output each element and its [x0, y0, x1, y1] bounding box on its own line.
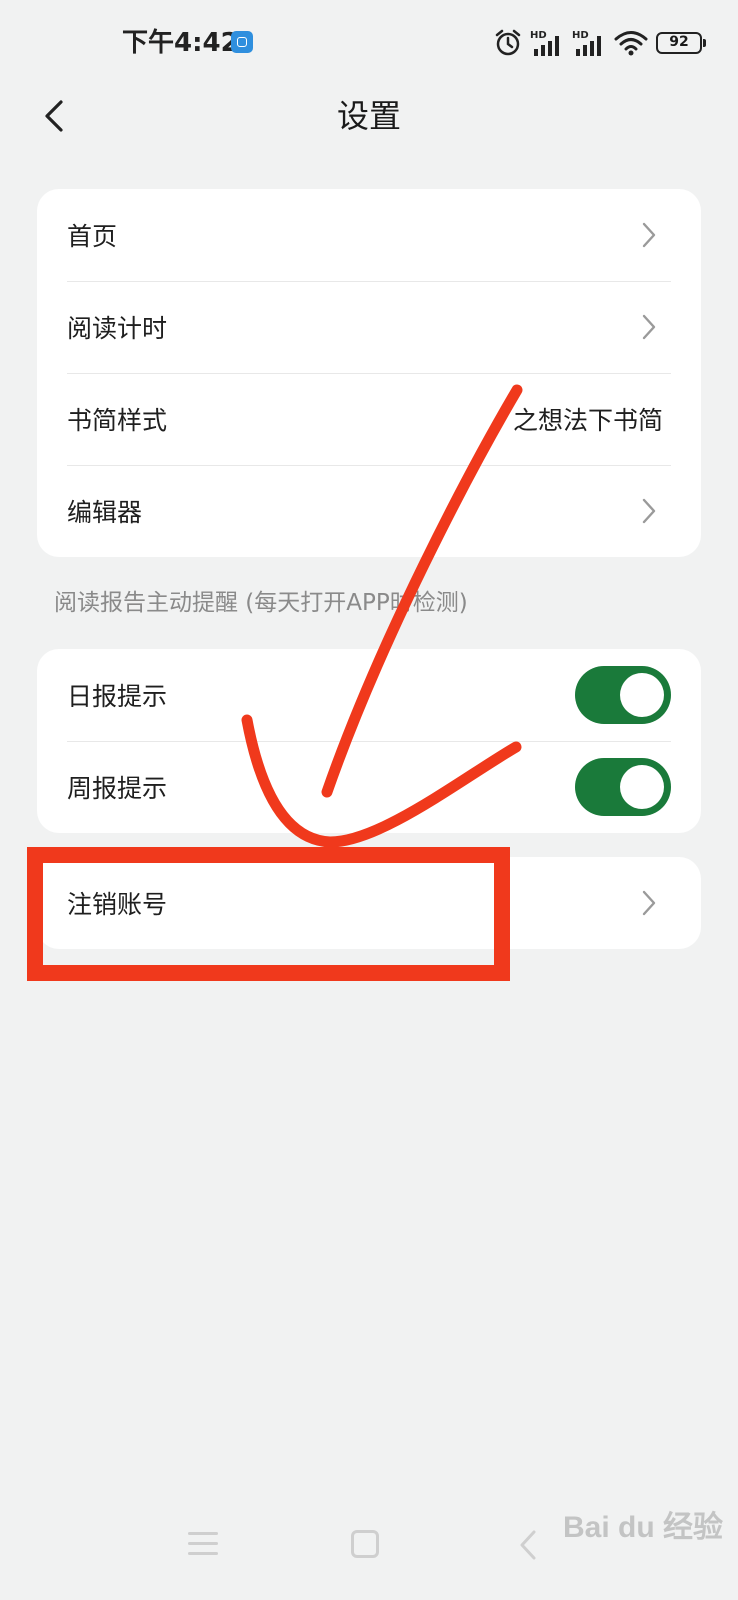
settings-row-homepage[interactable]: 首页: [37, 189, 701, 281]
note-style-value: 之想法下书简: [512, 406, 663, 435]
hd-label: HD: [572, 30, 589, 41]
chevron-right-icon: [637, 215, 661, 255]
row-label: 阅读计时: [67, 314, 168, 343]
row-label: 编辑器: [67, 498, 143, 527]
header: 设置: [0, 84, 738, 188]
home-icon[interactable]: [351, 1530, 379, 1558]
back-nav-icon[interactable]: [516, 1528, 540, 1562]
menu-icon[interactable]: [188, 1532, 218, 1558]
settings-row-note-style[interactable]: 书简样式 之想法下书简: [37, 373, 701, 465]
daily-report-toggle[interactable]: [575, 666, 671, 724]
settings-row-reading-timer[interactable]: 阅读计时: [37, 281, 701, 373]
row-label: 注销账号: [67, 890, 168, 919]
row-label: 周报提示: [67, 774, 168, 803]
general-settings-card: 首页 阅读计时 书简样式 之想法下书简 编辑器: [37, 189, 701, 557]
alarm-icon: [495, 29, 521, 56]
chevron-right-icon: [637, 307, 661, 347]
status-time: 下午4:42: [122, 28, 239, 58]
row-label: 日报提示: [67, 682, 168, 711]
page-title: 设置: [336, 97, 401, 135]
status-icons: HD HD 92: [494, 26, 706, 60]
settings-row-daily-report: 日报提示: [37, 649, 701, 741]
status-bar: 下午4:42 HD HD 92: [0, 0, 738, 84]
weekly-report-toggle[interactable]: [575, 758, 671, 816]
chevron-right-icon: [637, 883, 661, 923]
settings-row-cancel-account[interactable]: 注销账号: [37, 857, 701, 949]
account-card: 注销账号: [37, 857, 701, 949]
toggle-knob: [620, 673, 664, 717]
row-label: 首页: [67, 222, 118, 251]
report-section-title: 阅读报告主动提醒 (每天打开APP时检测): [54, 590, 468, 616]
row-label: 书简样式: [67, 406, 168, 435]
battery-level: 92: [669, 34, 689, 50]
settings-row-weekly-report: 周报提示: [37, 741, 701, 833]
report-reminder-card: 日报提示 周报提示: [37, 649, 701, 833]
settings-row-editor[interactable]: 编辑器: [37, 465, 701, 557]
signal-2-icon: HD: [572, 30, 601, 56]
signal-1-icon: HD: [530, 30, 559, 56]
battery-icon: 92: [656, 32, 706, 54]
wifi-icon: [614, 31, 648, 56]
app-notification-icon: [231, 31, 253, 53]
watermark: Bai du 经验: [563, 1511, 724, 1544]
chevron-right-icon: [637, 491, 661, 531]
hd-label: HD: [530, 30, 547, 41]
toggle-knob: [620, 765, 664, 809]
